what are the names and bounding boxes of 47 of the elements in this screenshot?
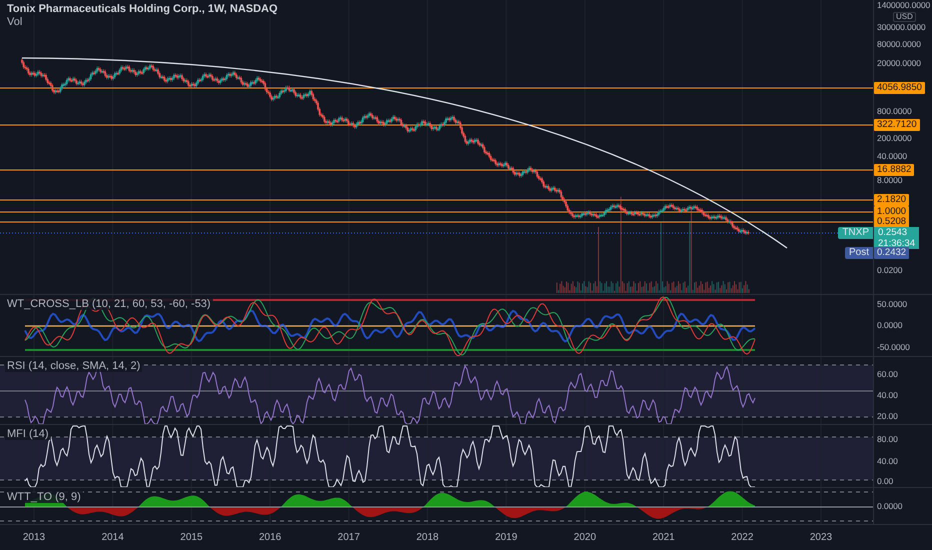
price-level-label: 322.7120 bbox=[874, 119, 920, 131]
axis-label: 1400000.0000 bbox=[877, 0, 930, 11]
axis-label: 800.0000 bbox=[877, 106, 912, 117]
indicator-legend: MFI (14) bbox=[5, 428, 51, 440]
axis-label: 8.0000 bbox=[877, 175, 902, 186]
axis-label: 80.00 bbox=[877, 434, 898, 445]
axis-label: 50.0000 bbox=[877, 299, 908, 310]
year-label: 2020 bbox=[574, 532, 596, 543]
year-label: 2019 bbox=[495, 532, 518, 543]
indicator-legend: RSI (14, close, SMA, 14, 2) bbox=[5, 360, 142, 372]
axis-label: 0.00 bbox=[877, 476, 894, 487]
year-label: 2013 bbox=[22, 532, 46, 543]
year-label: 2017 bbox=[338, 532, 360, 543]
year-label: 2015 bbox=[180, 532, 203, 543]
post-price-label: 0.2432 bbox=[874, 247, 910, 259]
axis-label: 40.0000 bbox=[877, 151, 908, 162]
axis-label: 0.0000 bbox=[877, 501, 902, 512]
axis-label: 300000.0000 bbox=[877, 22, 926, 33]
year-label: 2016 bbox=[258, 532, 282, 543]
axis-label: 40.00 bbox=[877, 456, 898, 467]
indicator-legend: WTT_TO (9, 9) bbox=[5, 491, 83, 503]
price-level-label: 16.8882 bbox=[874, 164, 914, 176]
year-label: 2022 bbox=[731, 532, 754, 543]
countdown-label: 21:36:34 bbox=[878, 238, 915, 249]
year-label: 2023 bbox=[810, 532, 832, 543]
axis-label: -50.0000 bbox=[877, 342, 910, 353]
price-level-label: 0.5208 bbox=[874, 216, 910, 228]
axis-label: 0.0000 bbox=[877, 320, 902, 331]
year-label: 2018 bbox=[416, 532, 439, 543]
symbol-tag: TNXP bbox=[838, 227, 873, 239]
indicator-legend: WT_CROSS_LB (10, 21, 60, 53, -60, -53) bbox=[5, 298, 213, 310]
axis-label: 80000.0000 bbox=[877, 39, 921, 50]
currency-label: USD bbox=[893, 12, 916, 22]
volume-legend: Vol bbox=[5, 16, 24, 28]
price-level-label: 2.1820 bbox=[874, 194, 910, 206]
axis-label: 200.0000 bbox=[877, 133, 912, 144]
last-price: 0.2543 bbox=[878, 227, 908, 238]
price-level-label: 4056.9850 bbox=[874, 82, 925, 94]
axis-label: 40.00 bbox=[877, 390, 898, 401]
axis-label: 0.0200 bbox=[877, 265, 902, 276]
session-tag: Post bbox=[844, 247, 873, 259]
axis-label: 60.00 bbox=[877, 369, 898, 380]
year-label: 2021 bbox=[652, 532, 675, 543]
axis-label: 20000.0000 bbox=[877, 58, 921, 69]
axis-label: 20.00 bbox=[877, 411, 898, 422]
chart-title: Tonix Pharmaceuticals Holding Corp., 1W, NASDAQ bbox=[5, 3, 280, 15]
year-label: 2014 bbox=[102, 532, 124, 543]
